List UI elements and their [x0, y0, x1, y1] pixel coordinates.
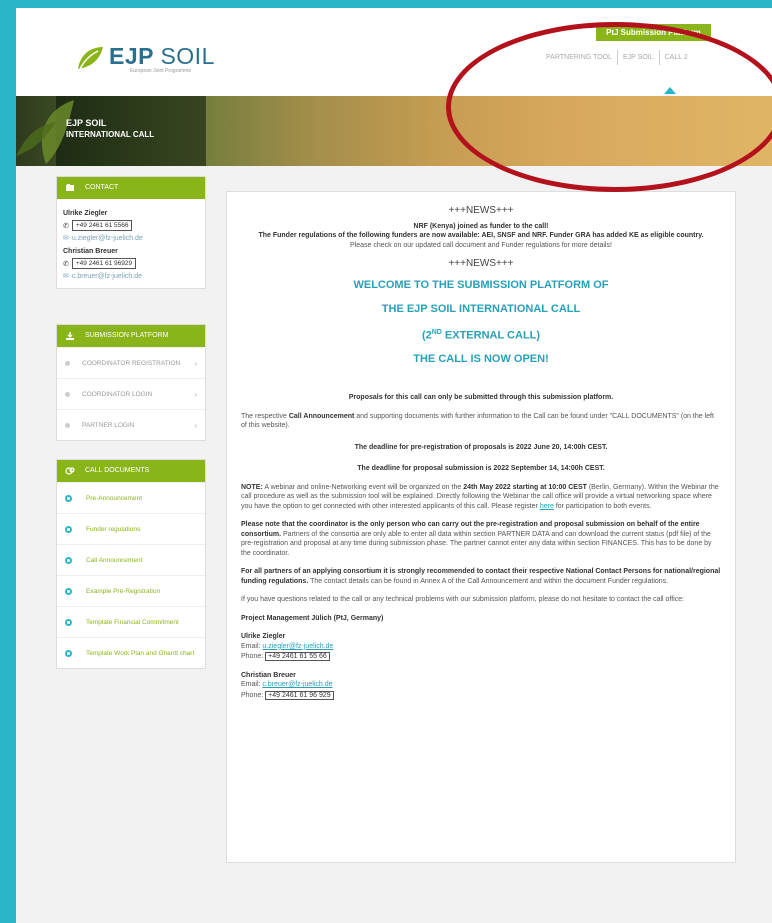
contact-phone[interactable]: +49 2461 61 96929: [71, 258, 137, 269]
deadline-submission: The deadline for proposal submission is …: [357, 465, 605, 473]
chevron-right-icon: ›: [194, 421, 197, 430]
questions-paragraph: If you have questions related to the cal…: [241, 596, 685, 604]
news-text: NRF (Kenya) joined as funder to the call…: [413, 222, 549, 230]
organization-name: Project Management Jülich (PtJ, Germany): [241, 614, 384, 622]
doc-funder-regulations[interactable]: Funder regulations: [57, 513, 205, 544]
webinar-note: NOTE: A webinar and online-Networking ev…: [241, 483, 719, 510]
phone-icon: ✆: [63, 222, 69, 230]
chevron-right-icon: ›: [194, 359, 197, 368]
ejp-soil-logo[interactable]: EJP SOIL European Joint Programme: [76, 41, 216, 77]
window-frame-top: [0, 0, 772, 8]
contact-phone[interactable]: +49 2461 61 5566: [71, 220, 133, 231]
email-icon: ✉: [63, 273, 69, 280]
contact-email-link[interactable]: u.ziegler@fz-juelich.de: [72, 235, 143, 242]
deadline-pre-registration: The deadline for pre-registration of pro…: [354, 443, 608, 451]
contact-email-link[interactable]: c.breuer@fz-juelich.de: [262, 681, 332, 688]
page: PtJ Submission Platform EJP SOIL Europea…: [16, 8, 772, 923]
doc-template-work-plan[interactable]: Template Work Plan and Ghantt chart: [57, 637, 205, 668]
contact-phone[interactable]: +49 2461 61 55 66: [265, 652, 330, 662]
bullet-icon: [65, 360, 70, 366]
phone-icon: ✆: [63, 260, 69, 268]
contact-block: Christian Breuer Email: c.breuer@fz-juel…: [241, 671, 721, 701]
document-ring-icon: [65, 556, 72, 564]
doc-call-announcement[interactable]: Call Announcement: [57, 544, 205, 575]
document-ring-icon: [65, 649, 72, 657]
contact-phone[interactable]: +49 2461 61 96 929: [265, 690, 334, 700]
coordinator-note: Please note that the coordinator is the …: [241, 521, 712, 557]
contact-box: CONTACT Ulrike Ziegler ✆ +49 2461 61 556…: [56, 176, 206, 289]
documents-icon: [65, 467, 75, 475]
submission-platform-heading: SUBMISSION PLATFORM: [57, 325, 205, 347]
banner-title: EJP SOIL INTERNATIONAL CALL: [66, 118, 155, 139]
news-text: Please check on our updated call documen…: [350, 241, 612, 249]
doc-pre-announcement[interactable]: Pre-Announcement: [57, 482, 205, 513]
document-ring-icon: [65, 494, 72, 502]
logo-text: EJP SOIL: [109, 43, 215, 69]
call-documents-box: CALL DOCUMENTS Pre-Announcement Funder r…: [56, 459, 206, 669]
email-icon: ✉: [63, 235, 69, 242]
document-ring-icon: [65, 618, 72, 626]
call-documents-heading: CALL DOCUMENTS: [57, 460, 205, 482]
main-content: +++NEWS+++ NRF (Kenya) joined as funder …: [226, 191, 736, 863]
contact-name: Christian Breuer: [63, 248, 118, 255]
contact-heading: CONTACT: [57, 177, 205, 199]
coordinator-registration-link[interactable]: COORDINATOR REGISTRATION ›: [57, 347, 205, 378]
call-documents-paragraph: The respective Call Announcement and sup…: [241, 412, 714, 430]
chevron-right-icon: ›: [194, 390, 197, 399]
contact-name: Ulrike Ziegler: [241, 633, 286, 641]
partner-login-link[interactable]: PARTNER LOGIN ›: [57, 409, 205, 440]
leaf-logo-icon: [78, 47, 103, 70]
document-ring-icon: [65, 525, 72, 533]
contact-list: Ulrike Ziegler ✆ +49 2461 61 5566 ✉ u.zi…: [57, 199, 205, 288]
download-icon: [66, 332, 74, 340]
contact-email-link[interactable]: c.breuer@fz-juelich.de: [72, 273, 142, 280]
logo-subtitle: European Joint Programme: [130, 68, 192, 74]
bullet-icon: [65, 422, 70, 428]
contact-card-icon: [66, 184, 74, 191]
document-ring-icon: [65, 587, 72, 595]
news-text: The Funder regulations of the following …: [258, 232, 704, 239]
contact-name: Ulrike Ziegler: [63, 210, 108, 217]
doc-example-pre-registration[interactable]: Example Pre-Registration: [57, 575, 205, 606]
partners-note: For all partners of an applying consorti…: [241, 568, 721, 585]
window-frame-left: [0, 0, 16, 923]
contact-block: Ulrike Ziegler Email: u.ziegler@fz-jueli…: [241, 632, 721, 662]
highlight-annotation-oval: [446, 22, 772, 192]
news-heading: +++NEWS+++: [448, 258, 514, 269]
contact-email-link[interactable]: u.ziegler@fz-juelich.de: [262, 643, 333, 650]
news-heading: +++NEWS+++: [448, 205, 514, 216]
welcome-heading: WELCOME TO THE SUBMISSION PLATFORM OF TH…: [353, 278, 609, 366]
proposals-notice: Proposals for this call can only be subm…: [348, 394, 614, 402]
doc-template-financial-commitment[interactable]: Template Financial Commitment: [57, 606, 205, 637]
submission-platform-box: SUBMISSION PLATFORM COORDINATOR REGISTRA…: [56, 324, 206, 441]
bullet-icon: [65, 391, 70, 397]
contact-name: Christian Breuer: [241, 671, 296, 679]
coordinator-login-link[interactable]: COORDINATOR LOGIN ›: [57, 378, 205, 409]
register-here-link[interactable]: here: [540, 503, 554, 510]
